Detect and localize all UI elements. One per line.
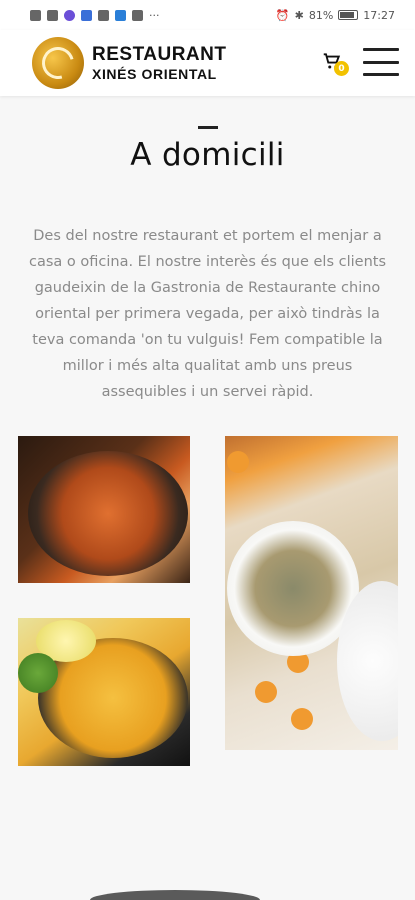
shield-icon [81, 9, 92, 21]
calendar-icon [132, 9, 143, 21]
site-header: RESTAURANT XINÉS ORIENTAL 0 [0, 30, 415, 96]
wifi-icon [47, 9, 58, 21]
page-title: A domicili [130, 137, 285, 173]
shrimp-dish-photo[interactable] [18, 436, 190, 583]
main-content: A domicili Des del nostre restaurant et … [0, 96, 415, 405]
spring-rolls-photo[interactable] [18, 618, 190, 766]
clock: 17:27 [363, 8, 395, 22]
app-icon [115, 9, 126, 21]
cart-count-badge: 0 [334, 61, 349, 76]
more-notifications: ··· [149, 8, 160, 22]
bluetooth-icon: ✱ [294, 8, 304, 22]
messenger-icon [64, 9, 75, 21]
intro-paragraph: Des del nostre restaurant et portem el m… [28, 228, 386, 400]
next-section-image [90, 890, 260, 900]
alarm-icon: ⏰ [275, 8, 290, 22]
status-icons-left: ··· [30, 9, 160, 22]
logo-subtitle: XINÉS ORIENTAL [92, 66, 217, 82]
battery-percent: 81% [308, 8, 334, 22]
dragon-logo-icon[interactable] [32, 37, 84, 89]
user-icon [98, 9, 109, 21]
menu-icon[interactable] [363, 48, 399, 76]
battery-icon [338, 10, 359, 20]
signal-icon [30, 9, 41, 21]
logo-text[interactable]: RESTAURANT XINÉS ORIENTAL [92, 45, 226, 81]
cart-button[interactable]: 0 [323, 52, 349, 76]
logo-title: RESTAURANT [92, 44, 227, 65]
title-decoration [197, 126, 218, 129]
fried-rice-photo[interactable] [225, 436, 398, 750]
status-bar: ··· ⏰ ✱ 81% 17:27 [0, 0, 415, 30]
status-icons-right: ⏰ ✱ 81% 17:27 [276, 9, 395, 22]
